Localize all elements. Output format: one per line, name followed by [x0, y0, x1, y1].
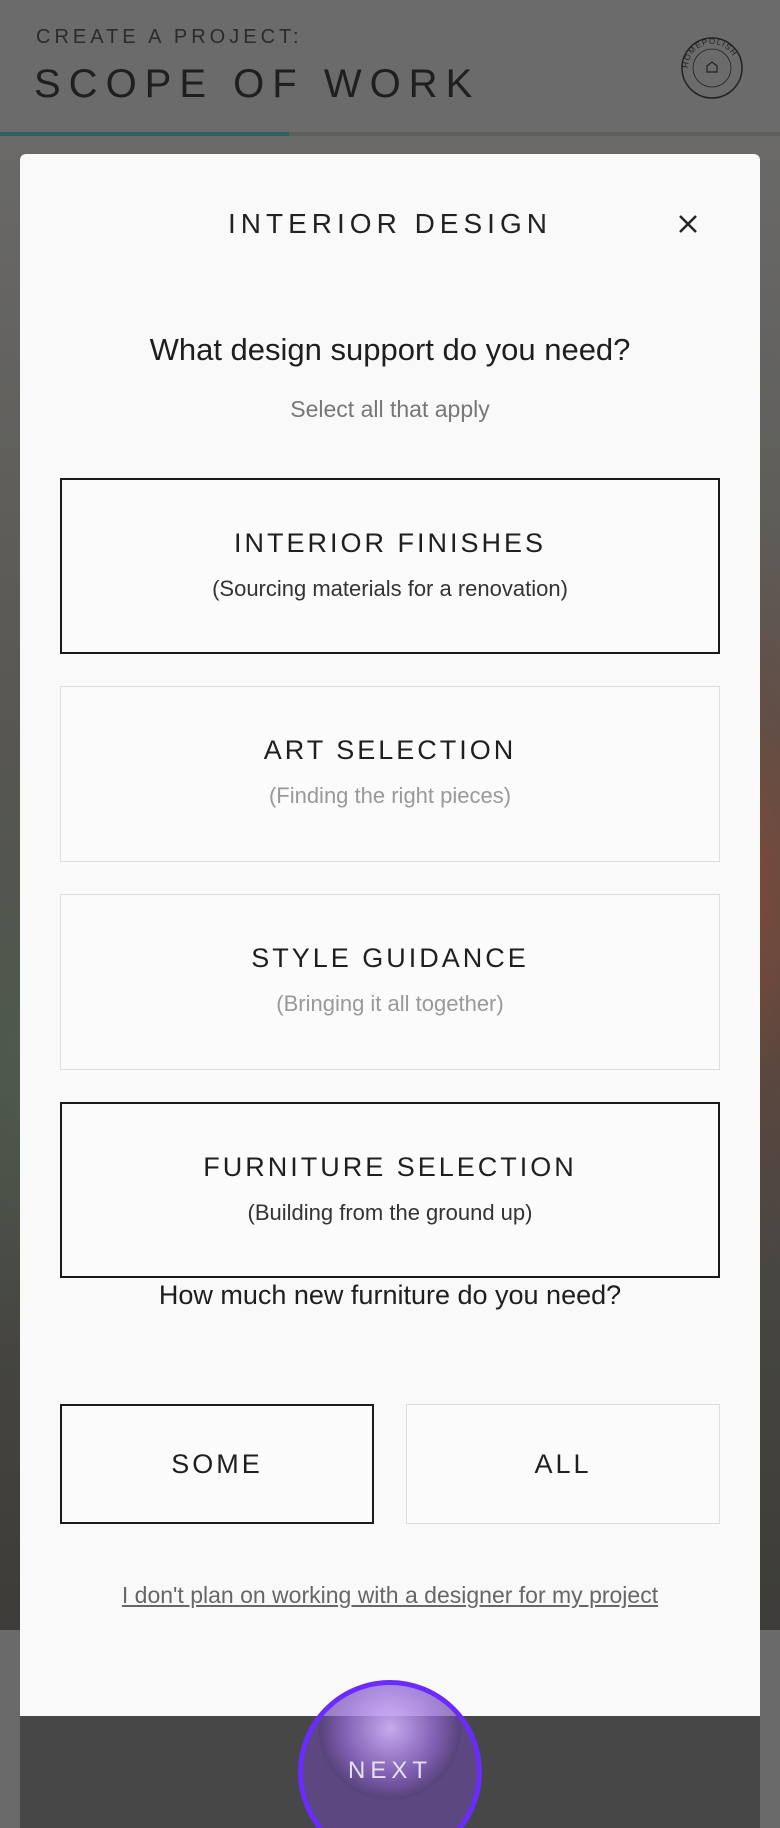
page-title: SCOPE OF WORK: [34, 62, 481, 106]
progress-fill: [0, 132, 289, 136]
progress-track: [0, 132, 780, 136]
option-title: INTERIOR FINISHES: [233, 528, 547, 558]
option-interior-finishes[interactable]: INTERIOR FINISHES (Sourcing materials fo…: [60, 478, 720, 654]
option-furniture-selection[interactable]: FURNITURE SELECTION (Building from the g…: [60, 1102, 720, 1278]
furniture-all-button[interactable]: ALL: [406, 1404, 720, 1524]
option-subtitle: (Sourcing materials for a renovation): [212, 576, 568, 601]
furniture-amount-question: How much new furniture do you need?: [158, 1280, 622, 1310]
option-title: FURNITURE SELECTION: [203, 1152, 577, 1182]
option-art-selection[interactable]: ART SELECTION (Finding the right pieces): [60, 686, 720, 862]
page-header: CREATE A PROJECT: SCOPE OF WORK HOMEPOLI…: [0, 0, 780, 136]
homepolish-logo[interactable]: HOMEPOLISH: [680, 36, 744, 100]
option-subtitle: (Building from the ground up): [247, 1200, 533, 1225]
close-icon[interactable]: [670, 206, 706, 242]
interior-design-modal: INTERIOR DESIGN What design support do y…: [20, 154, 760, 1828]
skip-designer-link[interactable]: I don't plan on working with a designer …: [20, 1582, 760, 1609]
option-subtitle: (Bringing it all together): [276, 991, 504, 1016]
option-title: ART SELECTION: [263, 735, 517, 765]
furniture-some-button[interactable]: SOME: [60, 1404, 374, 1524]
design-support-question: What design support do you need?: [149, 332, 631, 367]
header-eyebrow: CREATE A PROJECT:: [36, 26, 303, 48]
option-subtitle: (Finding the right pieces): [268, 783, 512, 808]
option-style-guidance[interactable]: STYLE GUIDANCE (Bringing it all together…: [60, 894, 720, 1070]
next-button-label: NEXT: [347, 1757, 432, 1784]
modal-title: INTERIOR DESIGN: [228, 208, 552, 239]
option-title: STYLE GUIDANCE: [251, 943, 529, 973]
select-all-hint: Select all that apply: [290, 396, 490, 422]
